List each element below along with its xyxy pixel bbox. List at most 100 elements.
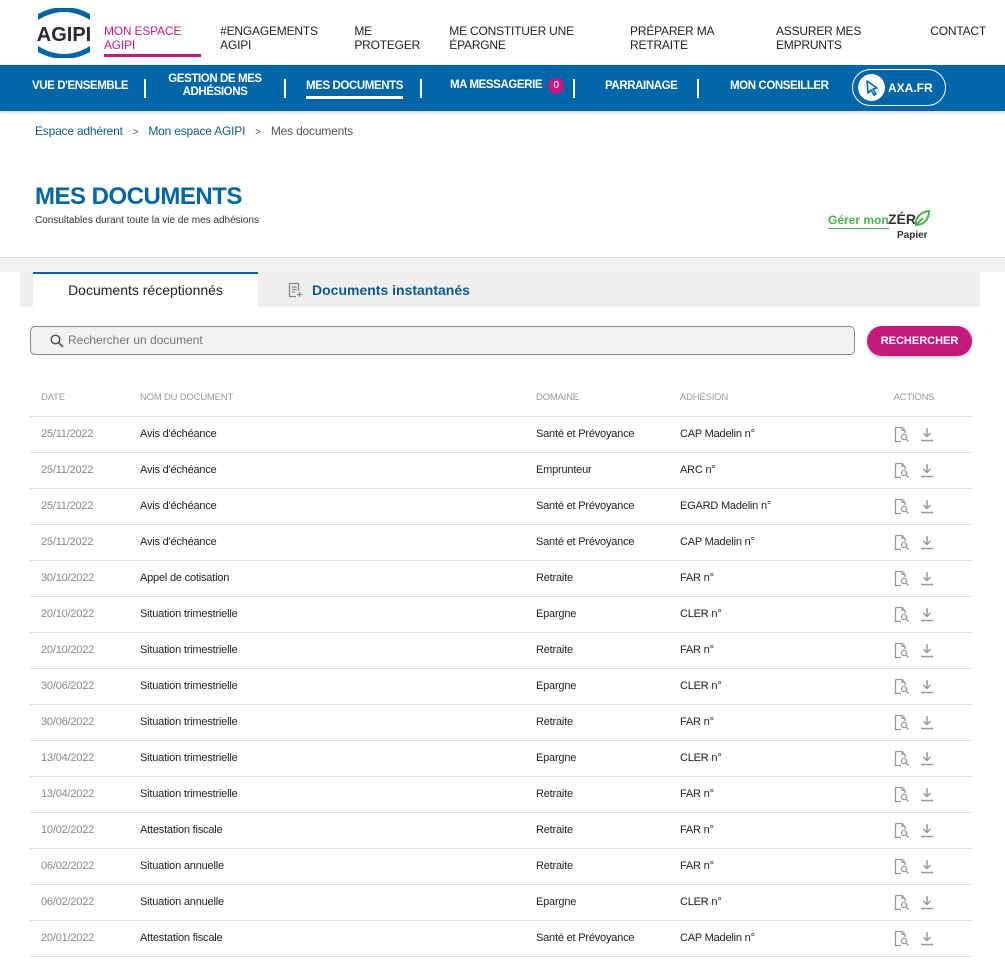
cell-document-name[interactable]: Avis d'échéance	[129, 416, 525, 453]
breadcrumb-espace-adherent[interactable]: Espace adhérent	[35, 124, 123, 138]
nav-engagements[interactable]: #ENGAGEMENTS AGIPI	[220, 24, 335, 57]
preview-document-icon[interactable]	[894, 930, 910, 947]
cell-document-name[interactable]: Situation trimestrielle	[129, 776, 525, 813]
breadcrumb-separator: >	[255, 127, 261, 138]
preview-document-icon[interactable]	[894, 858, 910, 875]
cell-document-name[interactable]: Situation trimestrielle	[129, 704, 525, 741]
nav-emprunts[interactable]: ASSURER MES EMPRUNTS	[776, 24, 911, 57]
table-row: 10/02/2022 Attestation fiscale Retraite FAR…	[30, 812, 972, 849]
cell-document-name[interactable]: Situation annuelle	[129, 884, 525, 921]
download-icon[interactable]	[920, 751, 934, 766]
cell-actions	[856, 668, 972, 705]
cell-date: 25/11/2022	[30, 488, 129, 525]
cell-actions	[856, 452, 972, 489]
cell-domaine: Santé et Prévoyance	[525, 416, 669, 453]
download-icon[interactable]	[920, 679, 934, 694]
cell-document-name[interactable]: Situation annuelle	[129, 848, 525, 885]
preview-document-icon[interactable]	[894, 570, 910, 587]
zero-papier-sub: Papier	[897, 230, 928, 241]
cell-actions	[856, 632, 972, 669]
cell-domaine: Epargne	[525, 884, 669, 921]
cell-date: 30/06/2022	[30, 668, 129, 705]
search-input[interactable]	[68, 333, 768, 347]
cell-document-name[interactable]: Avis d'échéance	[129, 452, 525, 489]
preview-document-icon[interactable]	[894, 606, 910, 623]
section-divider	[0, 257, 1005, 272]
subnav-overview[interactable]: VUE D'ENSEMBLE	[32, 80, 129, 93]
cell-document-name[interactable]: Situation trimestrielle	[129, 632, 525, 669]
preview-document-icon[interactable]	[894, 750, 910, 767]
download-icon[interactable]	[920, 715, 934, 730]
cell-document-name[interactable]: Avis d'échéance	[129, 524, 525, 561]
cell-adhesion: CLER n°	[669, 884, 856, 921]
cell-actions	[856, 848, 972, 885]
agipi-logo[interactable]: AGIPI	[34, 8, 94, 58]
preview-document-icon[interactable]	[894, 678, 910, 695]
col-nom: NOM DU DOCUMENT	[129, 380, 525, 417]
download-icon[interactable]	[920, 895, 934, 910]
download-icon[interactable]	[920, 859, 934, 874]
search-field[interactable]	[30, 326, 855, 355]
subnav-messagerie[interactable]: MA MESSAGERIE 0	[450, 78, 565, 94]
preview-document-icon[interactable]	[894, 534, 910, 551]
download-icon[interactable]	[920, 931, 934, 946]
download-icon[interactable]	[920, 499, 934, 514]
preview-document-icon[interactable]	[894, 642, 910, 659]
download-icon[interactable]	[920, 535, 934, 550]
tab-documents-instantanes[interactable]: Documents instantanés	[288, 282, 470, 298]
cell-adhesion: FAR n°	[669, 776, 856, 813]
cell-document-name[interactable]: Situation trimestrielle	[129, 596, 525, 633]
cell-document-name[interactable]: Attestation fiscale	[129, 920, 525, 957]
cell-domaine: Retraite	[525, 704, 669, 741]
table-row: 20/01/2022 Attestation fiscale Santé et Pr…	[30, 920, 972, 957]
preview-document-icon[interactable]	[894, 426, 910, 443]
axa-link-button[interactable]: AXA.FR	[852, 69, 946, 106]
preview-document-icon[interactable]	[894, 462, 910, 479]
download-icon[interactable]	[920, 427, 934, 442]
nav-epargne[interactable]: ME CONSTITUER UNE ÉPARGNE	[449, 24, 611, 57]
subnav-conseiller[interactable]: MON CONSEILLER	[730, 80, 829, 93]
download-icon[interactable]	[920, 463, 934, 478]
tab-documents-receptionnes[interactable]: Documents réceptionnés	[33, 272, 258, 307]
table-body: 25/11/2022 Avis d'échéance Santé et Prévoy…	[30, 416, 972, 957]
table-row: 13/04/2022 Situation trimestrielle Retrait…	[30, 776, 972, 813]
cell-domaine: Retraite	[525, 848, 669, 885]
nav-mon-espace[interactable]: MON ESPACE AGIPI	[104, 24, 202, 57]
breadcrumb-mon-espace[interactable]: Mon espace AGIPI	[148, 124, 245, 138]
divider	[284, 79, 286, 98]
cell-document-name[interactable]: Avis d'échéance	[129, 488, 525, 525]
preview-document-icon[interactable]	[894, 894, 910, 911]
download-icon[interactable]	[920, 787, 934, 802]
top-header: AGIPI MON ESPACE AGIPI #ENGAGEMENTS AGIP…	[0, 0, 1005, 65]
cell-document-name[interactable]: Attestation fiscale	[129, 812, 525, 849]
cell-adhesion: CLER n°	[669, 668, 856, 705]
preview-document-icon[interactable]	[894, 822, 910, 839]
preview-document-icon[interactable]	[894, 714, 910, 731]
cell-document-name[interactable]: Appel de cotisation	[129, 560, 525, 597]
cell-document-name[interactable]: Situation trimestrielle	[129, 668, 525, 705]
subnav-adhesions[interactable]: GESTION DE MES ADHÉSIONS	[160, 73, 270, 99]
nav-me-proteger[interactable]: ME PROTEGER	[354, 24, 430, 57]
preview-document-icon[interactable]	[894, 498, 910, 515]
nav-contact[interactable]: CONTACT	[930, 24, 986, 57]
nav-retraite[interactable]: PRÉPARER MA RETRAITE	[630, 24, 757, 57]
cell-date: 10/02/2022	[30, 812, 129, 849]
cell-document-name[interactable]: Situation trimestrielle	[129, 740, 525, 777]
cell-domaine: Retraite	[525, 776, 669, 813]
download-icon[interactable]	[920, 823, 934, 838]
documents-table: DATE NOM DU DOCUMENT DOMAINE ADHÉSION AC…	[30, 380, 972, 957]
subnav-parrainage[interactable]: PARRAINAGE	[605, 80, 678, 93]
cell-adhesion: CLER n°	[669, 596, 856, 633]
search-button[interactable]: RECHERCHER	[867, 326, 972, 356]
download-icon[interactable]	[920, 571, 934, 586]
zero-papier-link[interactable]: Gérer mon ZÉR Papier	[828, 210, 938, 244]
download-icon[interactable]	[920, 607, 934, 622]
subnav-documents[interactable]: MES DOCUMENTS	[306, 80, 403, 99]
breadcrumb-separator: >	[132, 127, 139, 138]
download-icon[interactable]	[920, 643, 934, 658]
cell-adhesion: FAR n°	[669, 848, 856, 885]
cell-actions	[856, 560, 972, 597]
page-title: MES DOCUMENTS	[35, 183, 242, 210]
cell-domaine: Santé et Prévoyance	[525, 920, 669, 957]
preview-document-icon[interactable]	[894, 786, 910, 803]
